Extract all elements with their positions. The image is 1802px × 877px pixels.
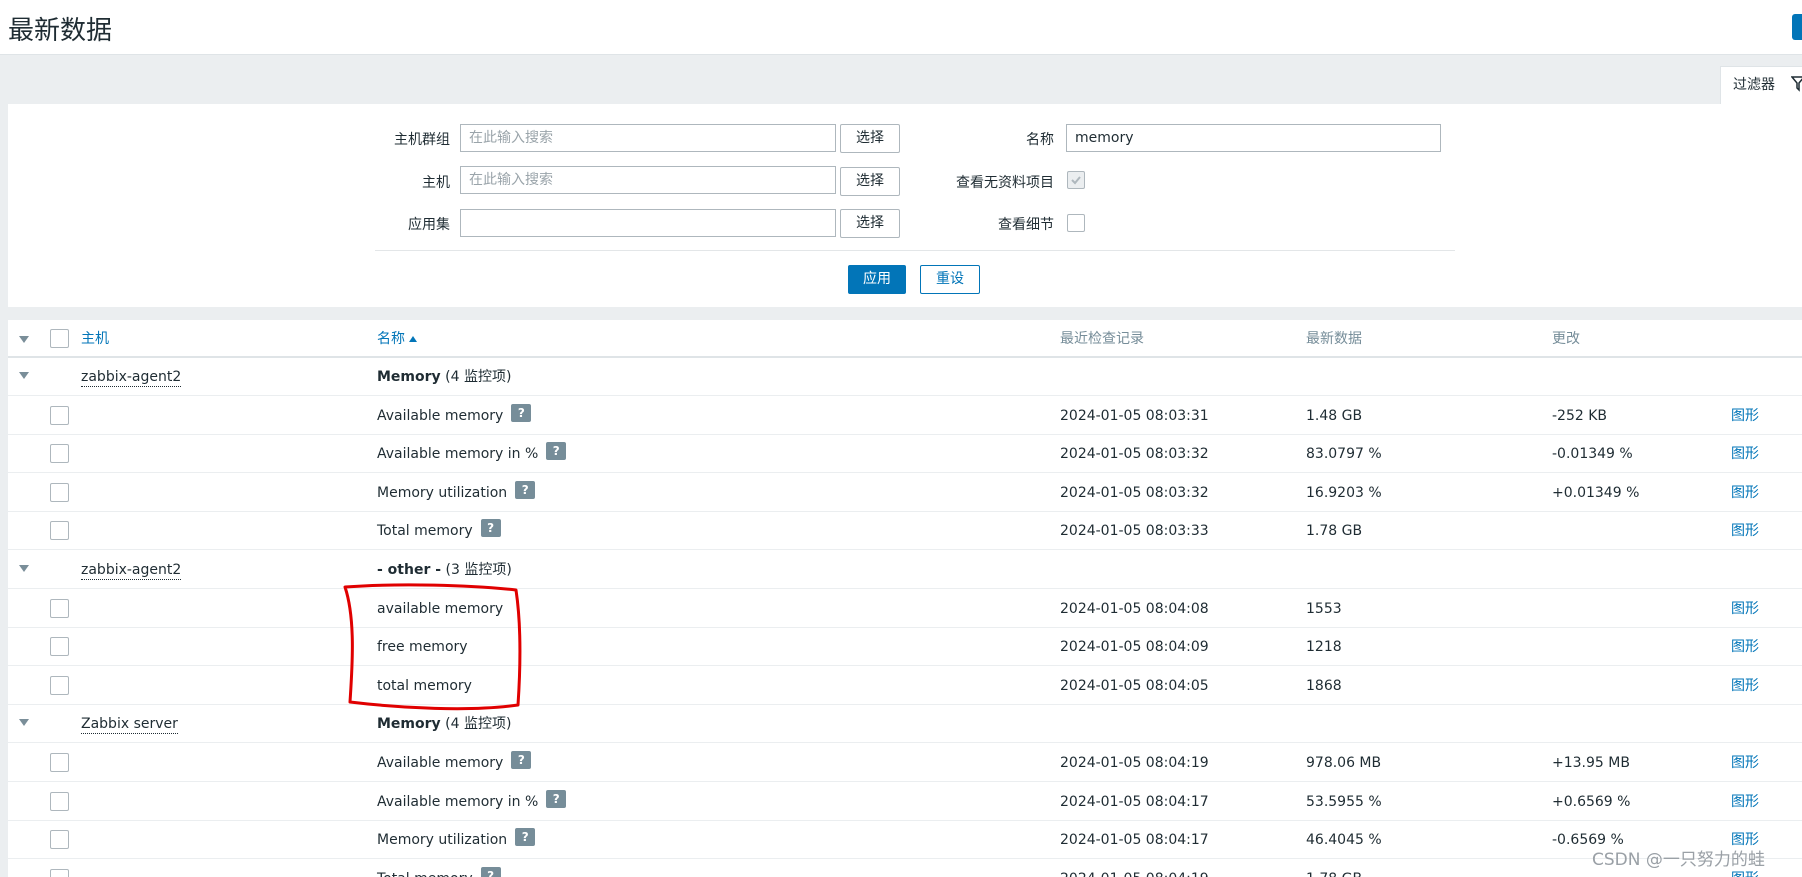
red-annotation-outline <box>343 583 522 711</box>
watermark: CSDN @一只努力的蛙 <box>1592 850 1765 870</box>
